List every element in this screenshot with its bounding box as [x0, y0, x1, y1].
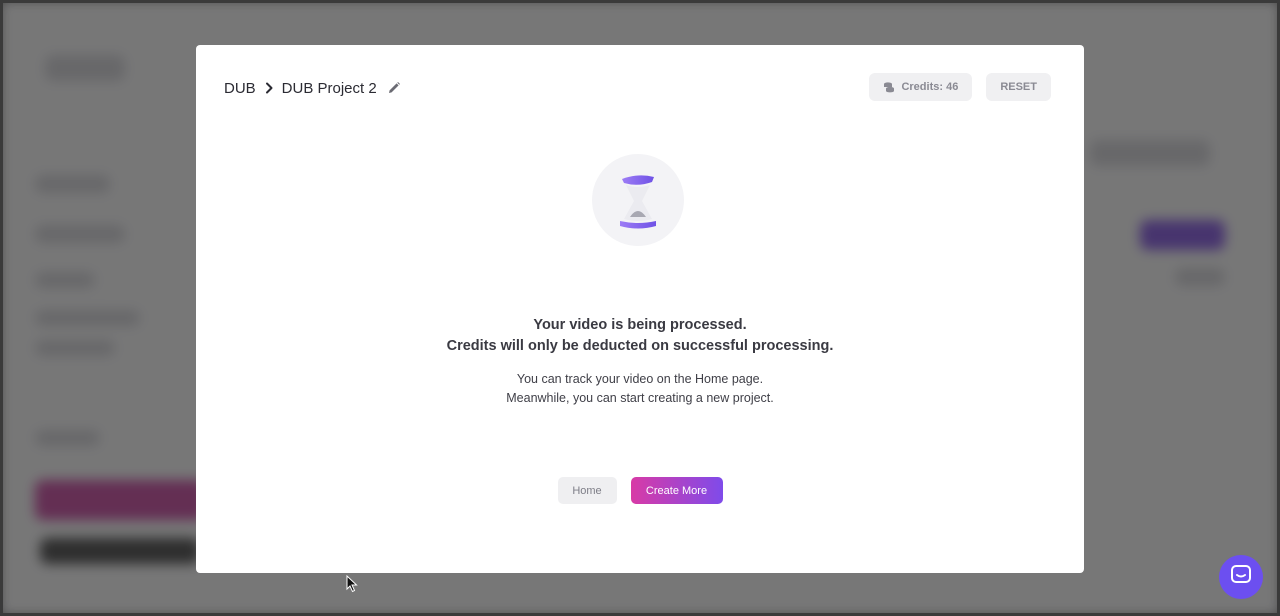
new-project-info: Meanwhile, you can start creating a new … [506, 391, 774, 405]
breadcrumb: DUB DUB Project 2 [224, 78, 401, 98]
pencil-icon[interactable] [387, 81, 401, 95]
track-info: You can track your video on the Home pag… [516, 372, 764, 386]
chevron-right-icon [262, 81, 276, 95]
credits-badge: Credits: 46 [869, 73, 973, 101]
mouse-cursor [346, 574, 358, 593]
reset-button[interactable]: RESET [986, 73, 1051, 101]
create-more-button[interactable]: Create More [630, 477, 723, 504]
credits-note: Credits will only be deducted on success… [446, 338, 834, 354]
top-actions: Credits: 46 RESET [869, 73, 1051, 101]
processing-line: Your video is being processed. [533, 317, 747, 333]
home-button[interactable]: Home [557, 477, 617, 504]
credits-label: Credits: 46 [901, 81, 959, 93]
processing-modal: DUB DUB Project 2 Credits: 46 RESET Your… [196, 45, 1084, 573]
info-message: You can track your video on the Home pag… [196, 370, 1084, 408]
hourglass-icon [592, 154, 684, 246]
chat-button[interactable] [1219, 555, 1263, 599]
coins-icon [883, 81, 895, 93]
chat-icon [1230, 564, 1252, 591]
breadcrumb-root[interactable]: DUB [224, 80, 256, 97]
breadcrumb-project: DUB Project 2 [281, 79, 377, 97]
modal-actions: Home Create More [196, 477, 1084, 504]
processing-message: Your video is being processed. Credits w… [196, 315, 1084, 357]
